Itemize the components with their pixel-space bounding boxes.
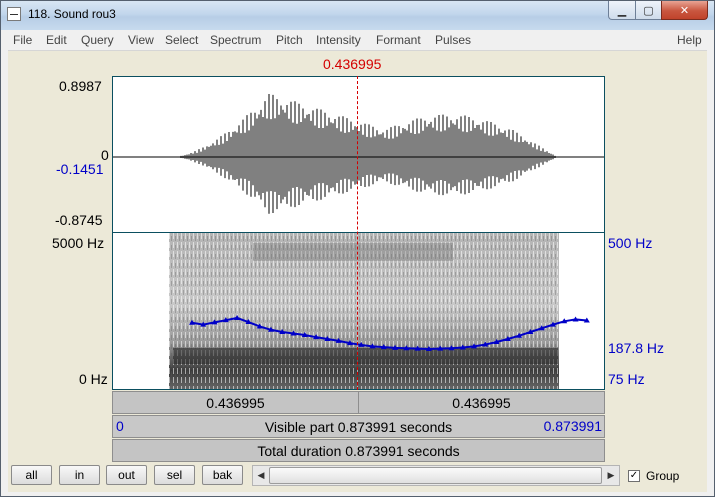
menu-edit[interactable]: Edit [46, 33, 67, 47]
cursor-line [357, 76, 358, 390]
menu-spectrum[interactable]: Spectrum [210, 33, 261, 47]
menu-select[interactable]: Select [165, 33, 198, 47]
scroll-left-icon: ◀ [257, 470, 265, 480]
pitch-cursor-label: 187.8 Hz [608, 340, 665, 356]
pitch-bottom-label: 75 Hz [608, 371, 645, 387]
zoom-out-button[interactable]: out [106, 465, 147, 485]
zoom-in-button[interactable]: in [59, 465, 100, 485]
menu-bar: File Edit Query View Select Spectrum Pit… [8, 30, 707, 51]
total-duration-bar[interactable]: Total duration 0.873991 seconds [112, 439, 605, 462]
praat-app-icon[interactable] [7, 7, 21, 21]
maximize-icon: ▢ [643, 4, 654, 17]
visible-part-center: Visible part 0.873991 seconds [113, 416, 604, 437]
title-bar[interactable]: 118. Sound rou3 ▁ ▢ ✕ [1, 1, 714, 30]
spec-freq-top-label: 5000 Hz [52, 235, 105, 251]
maximize-button[interactable]: ▢ [635, 1, 662, 20]
spectrogram-plot [169, 233, 590, 389]
menu-intensity[interactable]: Intensity [316, 33, 361, 47]
zoom-out-label: out [118, 468, 135, 482]
visible-part-label: Visible part 0.873991 seconds [264, 418, 453, 435]
group-label: Group [646, 469, 680, 483]
menu-view[interactable]: View [128, 33, 154, 47]
zoom-sel-label: sel [166, 468, 183, 482]
pitch-top-label: 500 Hz [608, 235, 653, 251]
visible-end-label: 0.873991 [543, 418, 602, 434]
visible-part-bar[interactable]: 0 Visible part 0.873991 seconds 0.873991 [112, 415, 605, 438]
left-selection-label: 0.436995 [206, 394, 265, 411]
bottom-toolbar: all in out sel bak ◀ ▶ ✓ Group [8, 462, 707, 492]
minimize-icon: ▁ [617, 4, 627, 17]
waveform-plot [113, 93, 604, 214]
menu-file[interactable]: File [13, 33, 32, 47]
waveform-panel[interactable] [112, 76, 605, 233]
close-icon: ✕ [679, 4, 690, 17]
group-checkbox[interactable]: ✓ [628, 470, 640, 482]
right-selection-part[interactable]: 0.436995 [359, 392, 604, 413]
zoom-all-button[interactable]: all [11, 465, 52, 485]
right-selection-label: 0.436995 [452, 394, 511, 411]
selection-bar[interactable]: 0.436995 0.436995 [112, 391, 605, 414]
waveform-trace [174, 93, 558, 214]
menu-help[interactable]: Help [677, 33, 702, 47]
window-title: 118. Sound rou3 [28, 7, 116, 21]
spectrogram-panel[interactable] [112, 233, 605, 390]
scroll-right-arrow[interactable]: ▶ [603, 466, 619, 485]
spectrogram-formant-high [253, 243, 453, 261]
scroll-thumb[interactable] [269, 467, 602, 484]
zoom-back-label: bak [212, 468, 233, 482]
editor-area: 0.436995 0.8987 0 -0.1451 -0.8745 5000 H… [8, 51, 707, 462]
wave-max-label: 0.8987 [59, 78, 102, 94]
scroll-right-icon: ▶ [607, 470, 615, 480]
scroll-left-arrow[interactable]: ◀ [253, 466, 269, 485]
horizontal-scrollbar[interactable]: ◀ ▶ [252, 465, 620, 486]
praat-sound-window: 118. Sound rou3 ▁ ▢ ✕ File Edit Query Vi… [0, 0, 715, 497]
zoom-all-label: all [25, 468, 38, 482]
menu-formant[interactable]: Formant [376, 33, 421, 47]
zoom-in-label: in [74, 468, 85, 482]
menu-pitch[interactable]: Pitch [276, 33, 303, 47]
zoom-back-button[interactable]: bak [202, 465, 243, 485]
zoom-sel-button[interactable]: sel [154, 465, 195, 485]
wave-min-label: -0.8745 [55, 212, 103, 228]
spec-freq-bottom-label: 0 Hz [79, 371, 108, 387]
check-icon: ✓ [629, 470, 639, 481]
cursor-time-label: 0.436995 [323, 56, 382, 72]
close-button[interactable]: ✕ [661, 1, 708, 20]
wave-cursor-value-label: -0.1451 [56, 161, 104, 177]
menu-query[interactable]: Query [81, 33, 114, 47]
minimize-button[interactable]: ▁ [608, 1, 636, 20]
left-selection-part[interactable]: 0.436995 [113, 392, 359, 413]
menu-pulses[interactable]: Pulses [435, 33, 471, 47]
total-duration-center: Total duration 0.873991 seconds [113, 440, 604, 461]
spectrogram-formant-band [173, 348, 558, 364]
total-duration-label: Total duration 0.873991 seconds [257, 442, 460, 459]
